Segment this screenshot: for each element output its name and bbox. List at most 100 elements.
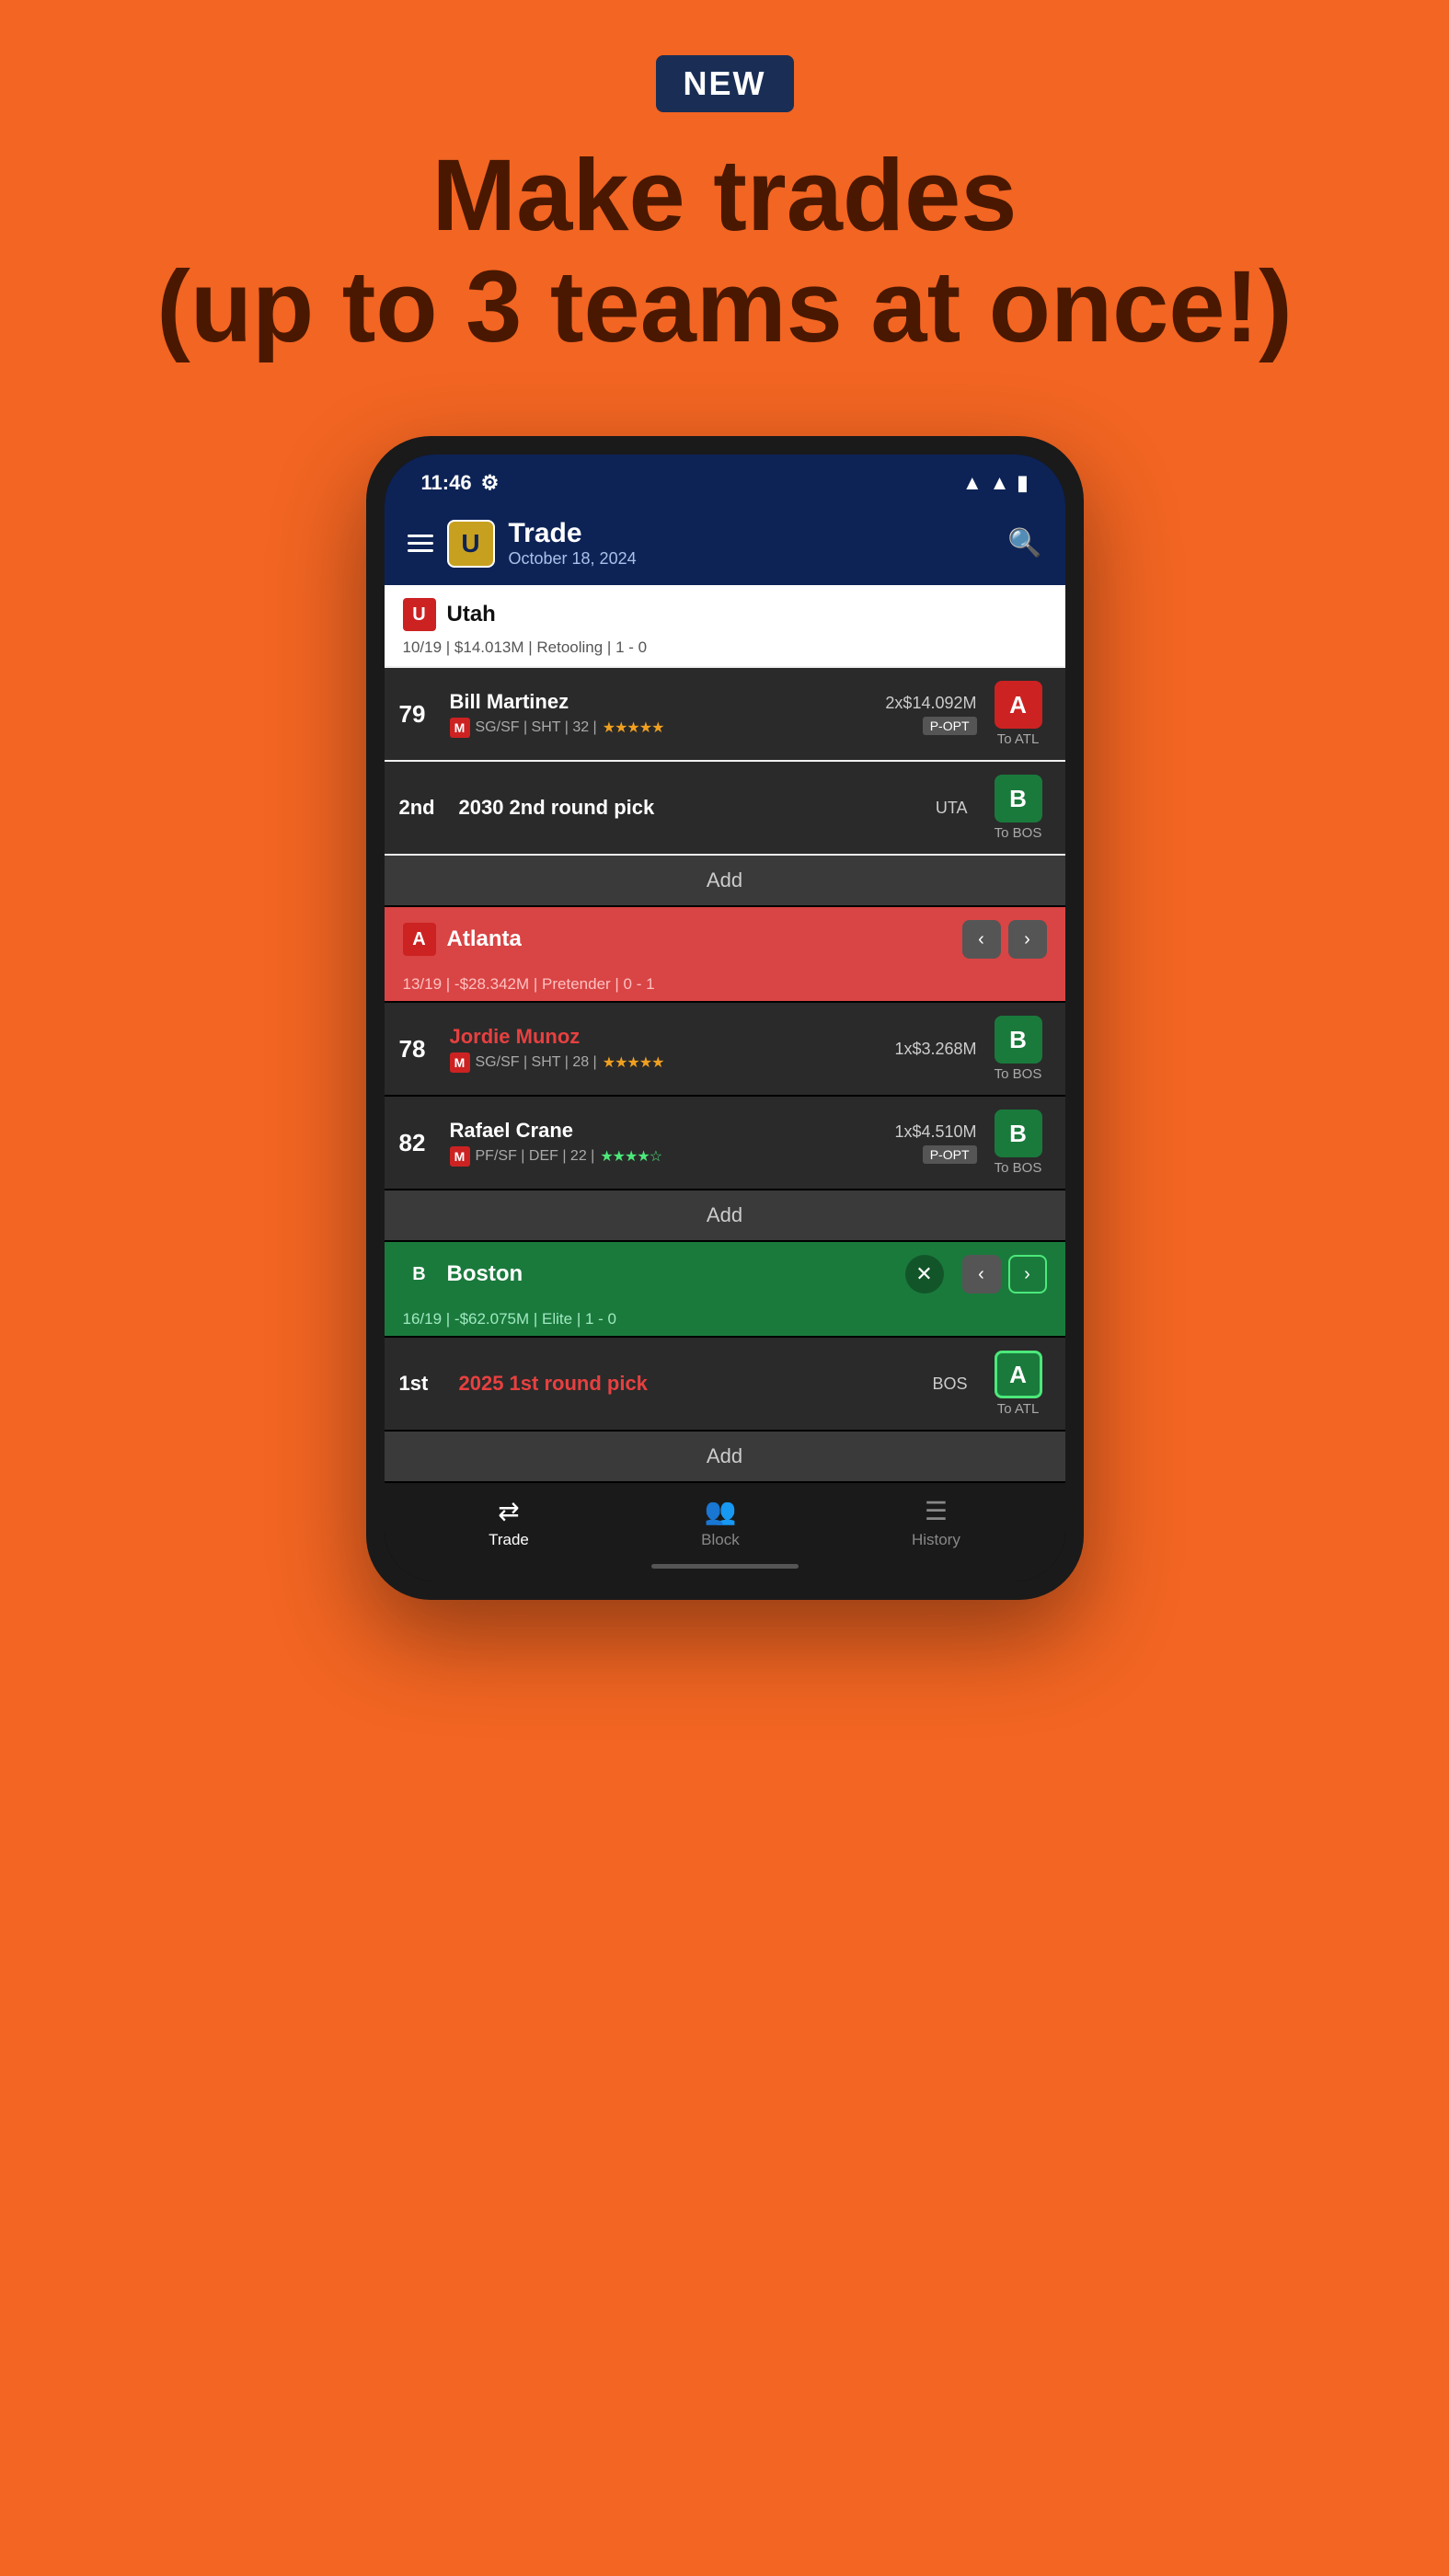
m-badge-rafael: M [450,1146,470,1167]
settings-icon: ⚙ [481,471,500,495]
status-time-area: 11:46 ⚙ [421,471,500,495]
player-info: Bill Martinez M SG/SF | SHT | 32 | ★★★★★ [450,690,877,738]
dest-logo-rafael-bos: B [995,1110,1042,1157]
signal-icon: ▲ [990,471,1010,495]
player-contract-jordie: 1x$3.268M [894,1040,976,1059]
boston-section: B Boston ✕ ‹ › 16/19 | -$62.075M | Elite… [385,1242,1065,1481]
pick-name-1st: 2025 1st round pick [459,1372,924,1396]
dest-label-rafael: To BOS [995,1160,1042,1176]
history-label: History [912,1531,960,1549]
block-icon: 👥 [704,1496,736,1526]
prev-arrow[interactable]: ‹ [962,920,1001,959]
dest-label-jordie: To BOS [995,1066,1042,1082]
player-card-rafael-crane: 82 Rafael Crane M PF/SF | DEF | 22 | ★★★… [385,1097,1065,1189]
team-logo-utah-header: U [447,520,495,568]
trade-icon: ⇄ [498,1496,519,1526]
atlanta-team-header: A Atlanta ‹ › [385,907,1065,972]
nav-arrows-boston: ‹ › [962,1255,1047,1294]
player-info-rafael: Rafael Crane M PF/SF | DEF | 22 | ★★★★☆ [450,1119,886,1167]
dest-label-bos-atl: To ATL [997,1401,1040,1417]
player-meta-jordie: M SG/SF | SHT | 28 | ★★★★★ [450,1052,886,1073]
dest-badge-rafael-bos: B To BOS [986,1110,1051,1176]
utah-team-header: U Utah [385,585,1065,638]
player-name-rafael: Rafael Crane [450,1119,886,1143]
dest-badge-bos: B To BOS [986,775,1051,841]
pick-round: 2nd [399,796,450,820]
pick-team-bos: BOS [932,1374,967,1394]
page-title: Trade [509,518,995,549]
player-card-jordie-munoz: 78 Jordie Munoz M SG/SF | SHT | 28 | ★★★… [385,1003,1065,1095]
player-card-bill-martinez: 79 Bill Martinez M SG/SF | SHT | 32 | ★★… [385,668,1065,760]
player-stars-rafael: ★★★★☆ [600,1147,661,1166]
phone-frame: 11:46 ⚙ ▲ ▲ ▮ U Trade October 18, 2024 🔍 [366,436,1084,1600]
dest-badge-atl: A To ATL [986,681,1051,747]
bottom-nav: ⇄ Trade 👥 Block ☰ History [385,1483,1065,1557]
headline-line1: Make trades [432,139,1018,252]
nav-item-block[interactable]: 👥 Block [701,1496,740,1549]
search-button[interactable]: 🔍 [1007,527,1041,559]
dest-label: To ATL [997,731,1040,747]
next-arrow[interactable]: › [1008,920,1047,959]
player-name: Bill Martinez [450,690,877,714]
player-meta: M SG/SF | SHT | 32 | ★★★★★ [450,718,877,738]
pick-card-2030-2nd: 2nd 2030 2nd round pick UTA B To BOS [385,762,1065,854]
phone-screen: 11:46 ⚙ ▲ ▲ ▮ U Trade October 18, 2024 🔍 [385,454,1065,1581]
player-contract: 2x$14.092M [885,694,976,713]
contract-area: 2x$14.092M P-OPT [885,694,976,735]
player-pos-rafael: PF/SF | DEF | 22 | [476,1148,595,1165]
atlanta-logo: A [403,923,436,956]
status-icons: ▲ ▲ ▮ [962,471,1029,495]
close-boston-button[interactable]: ✕ [905,1255,944,1294]
headline-line2: (up to 3 teams at once!) [156,250,1293,363]
boston-logo: B [403,1258,436,1291]
history-icon: ☰ [925,1496,948,1526]
m-badge: M [450,718,470,738]
dest-logo-atl: A [995,681,1042,729]
p-opt-badge-rafael: P-OPT [923,1145,977,1164]
contract-area-rafael: 1x$4.510M P-OPT [894,1122,976,1164]
app-header: U Trade October 18, 2024 🔍 [385,504,1065,585]
time-display: 11:46 [421,471,472,495]
utah-team-name: Utah [447,602,496,627]
pick-team: UTA [936,799,968,818]
dest-logo-bos: B [995,775,1042,822]
atlanta-team-info: 13/19 | -$28.342M | Pretender | 0 - 1 [385,972,1065,1001]
menu-button[interactable] [408,535,433,552]
trade-label: Trade [489,1531,529,1549]
boston-team-header: B Boston ✕ ‹ › [385,1242,1065,1306]
boston-add-button[interactable]: Add [385,1432,1065,1481]
nav-arrows-atlanta: ‹ › [962,920,1047,959]
header-title-area: Trade October 18, 2024 [509,518,995,569]
headline: Make trades (up to 3 teams at once!) [83,140,1366,362]
p-opt-badge: P-OPT [923,717,977,735]
home-bar [651,1564,799,1569]
player-pos-jordie: SG/SF | SHT | 28 | [476,1054,597,1071]
atlanta-team-name: Atlanta [447,926,951,952]
utah-logo: U [403,598,436,631]
player-meta-rafael: M PF/SF | DEF | 22 | ★★★★☆ [450,1146,886,1167]
status-bar: 11:46 ⚙ ▲ ▲ ▮ [385,454,1065,504]
new-badge: NEW [656,55,794,112]
utah-add-button[interactable]: Add [385,856,1065,905]
boston-team-info: 16/19 | -$62.075M | Elite | 1 - 0 [385,1306,1065,1336]
prev-arrow-boston[interactable]: ‹ [962,1255,1001,1294]
m-badge-jordie: M [450,1052,470,1073]
header-date: October 18, 2024 [509,549,995,569]
nav-item-history[interactable]: ☰ History [912,1496,960,1549]
player-number-78: 78 [399,1035,441,1064]
block-label: Block [701,1531,740,1549]
player-number: 79 [399,700,441,729]
dest-badge-bos-to-atl: A To ATL [986,1351,1051,1417]
dest-label-bos: To BOS [995,825,1042,841]
boston-team-name: Boston [447,1261,894,1287]
battery-icon: ▮ [1017,471,1028,495]
atlanta-add-button[interactable]: Add [385,1190,1065,1240]
player-info-jordie: Jordie Munoz M SG/SF | SHT | 28 | ★★★★★ [450,1025,886,1073]
utah-section: U Utah 10/19 | $14.013M | Retooling | 1 … [385,585,1065,905]
nav-item-trade[interactable]: ⇄ Trade [489,1496,529,1549]
home-indicator [385,1557,1065,1581]
player-name-jordie: Jordie Munoz [450,1025,886,1049]
dest-logo-jordie-bos: B [995,1016,1042,1064]
next-arrow-boston[interactable]: › [1008,1255,1047,1294]
player-stars-jordie: ★★★★★ [603,1053,664,1072]
